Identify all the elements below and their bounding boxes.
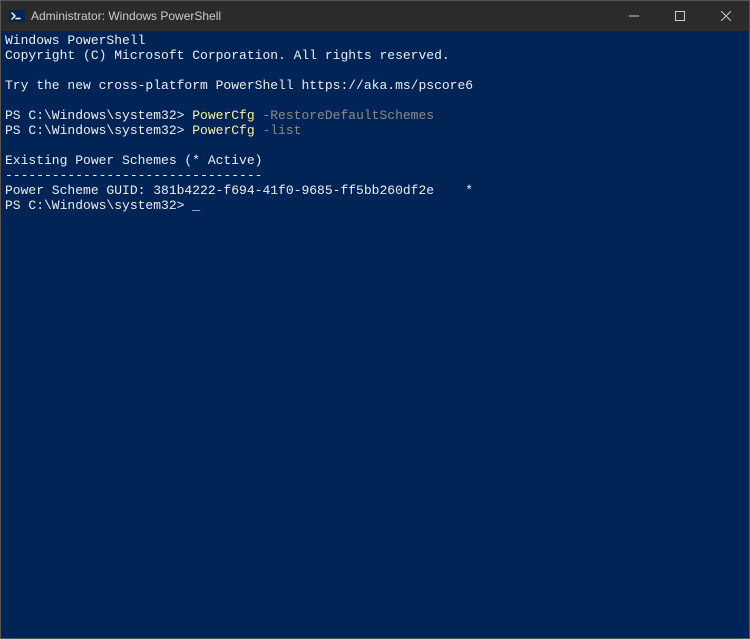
blank-line: [5, 93, 745, 108]
window-controls: [611, 1, 749, 31]
blank-line: [5, 63, 745, 78]
blank-line: [5, 138, 745, 153]
argument: -RestoreDefaultSchemes: [255, 108, 434, 123]
command-line-1: PS C:\Windows\system32> PowerCfg -Restor…: [5, 108, 745, 123]
output-line: ---------------------------------: [5, 168, 745, 183]
header-line: Windows PowerShell: [5, 33, 745, 48]
powershell-icon: [9, 8, 25, 24]
command: PowerCfg: [192, 108, 254, 123]
try-new-line: Try the new cross-platform PowerShell ht…: [5, 78, 745, 93]
minimize-button[interactable]: [611, 1, 657, 31]
cursor[interactable]: _: [192, 198, 200, 213]
prompt: PS C:\Windows\system32>: [5, 123, 192, 138]
window-title: Administrator: Windows PowerShell: [31, 9, 611, 23]
prompt-line: PS C:\Windows\system32> _: [5, 198, 745, 213]
command-line-2: PS C:\Windows\system32> PowerCfg -list: [5, 123, 745, 138]
close-button[interactable]: [703, 1, 749, 31]
maximize-button[interactable]: [657, 1, 703, 31]
powershell-window: Administrator: Windows PowerShell Window…: [0, 0, 750, 639]
command: PowerCfg: [192, 123, 254, 138]
terminal-output[interactable]: Windows PowerShellCopyright (C) Microsof…: [1, 31, 749, 638]
output-line: Existing Power Schemes (* Active): [5, 153, 745, 168]
copyright-line: Copyright (C) Microsoft Corporation. All…: [5, 48, 745, 63]
argument: -list: [255, 123, 302, 138]
output-line: Power Scheme GUID: 381b4222-f694-41f0-96…: [5, 183, 745, 198]
prompt: PS C:\Windows\system32>: [5, 198, 192, 213]
titlebar[interactable]: Administrator: Windows PowerShell: [1, 1, 749, 31]
prompt: PS C:\Windows\system32>: [5, 108, 192, 123]
